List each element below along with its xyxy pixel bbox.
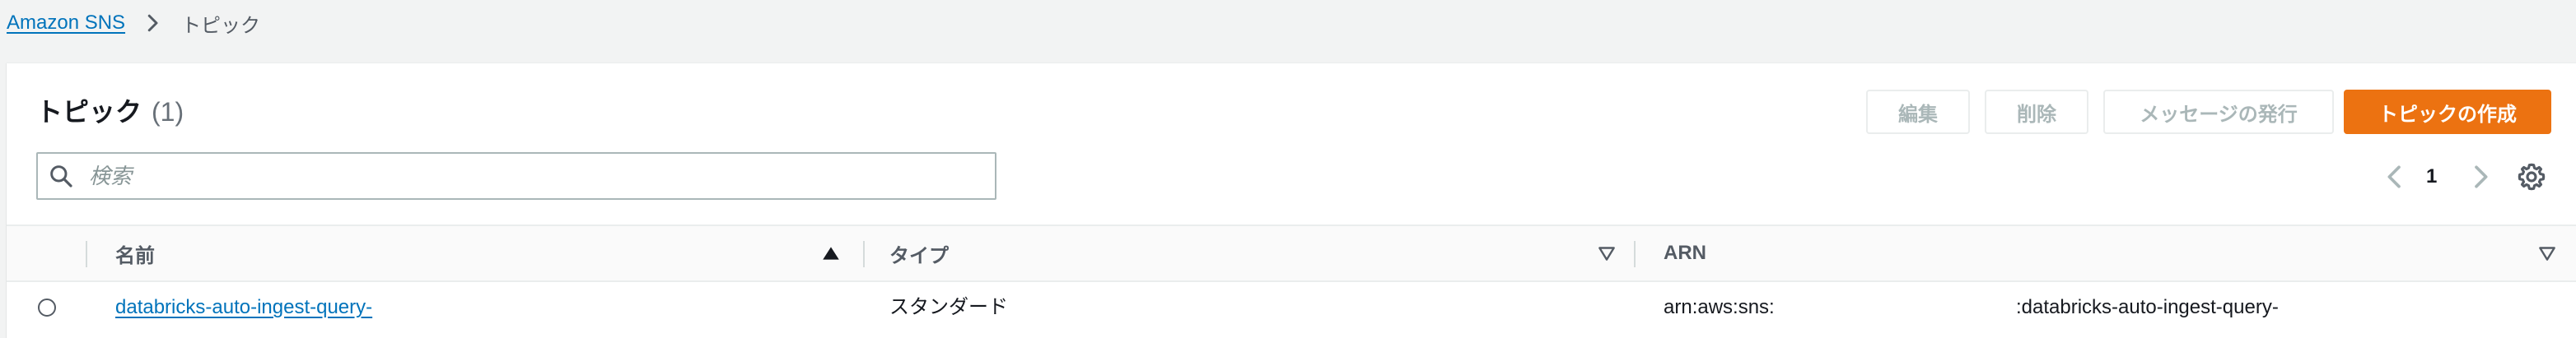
chevron-right-icon: [2475, 165, 2488, 188]
topic-arn-prefix: arn:aws:sns:: [1664, 296, 1775, 318]
publish-message-button[interactable]: メッセージの発行: [2103, 90, 2334, 134]
search-input[interactable]: [87, 162, 964, 190]
topic-count: (1): [152, 97, 184, 127]
next-page-button[interactable]: [2464, 159, 2497, 195]
chevron-left-icon: [2387, 165, 2401, 188]
table-row: databricks-auto-ingest-query- スタンダード arn…: [7, 282, 2576, 338]
page-title: トピック: [36, 97, 142, 127]
topics-panel: トピック (1) 編集 削除 メッセージの発行 トピックの作成 1 名前: [7, 63, 2576, 338]
sort-ascending-icon[interactable]: [820, 243, 842, 264]
column-header-arn[interactable]: ARN: [1664, 226, 1706, 280]
search-icon: [50, 165, 72, 188]
chevron-right-icon: [147, 14, 158, 32]
row-select-radio[interactable]: [38, 299, 56, 317]
column-divider[interactable]: [863, 241, 865, 267]
column-divider: [86, 241, 87, 267]
sort-icon[interactable]: [2536, 243, 2558, 264]
page-number[interactable]: 1: [2426, 159, 2437, 195]
column-header-type[interactable]: タイプ: [889, 226, 949, 280]
breadcrumb-current: トピック: [181, 14, 261, 37]
create-topic-button[interactable]: トピックの作成: [2344, 90, 2551, 134]
panel-header: トピック (1): [36, 91, 184, 129]
topic-name-link[interactable]: databricks-auto-ingest-query-: [115, 294, 372, 322]
table-settings-button[interactable]: [2515, 159, 2548, 195]
table-header: 名前 タイプ ARN: [7, 225, 2576, 282]
sort-icon[interactable]: [1596, 243, 1617, 264]
breadcrumb-amazon-sns-link[interactable]: Amazon SNS: [7, 12, 125, 35]
breadcrumb: Amazon SNS トピック: [7, 7, 260, 39]
topic-type: スタンダード: [889, 296, 1008, 318]
column-header-name[interactable]: 名前: [115, 226, 155, 280]
column-divider[interactable]: [1634, 241, 1636, 267]
edit-button[interactable]: 編集: [1866, 90, 1970, 134]
search-box[interactable]: [36, 152, 996, 200]
previous-page-button[interactable]: [2378, 159, 2411, 195]
gear-icon: [2518, 163, 2546, 191]
delete-button[interactable]: 削除: [1985, 90, 2088, 134]
topic-arn-suffix: :databricks-auto-ingest-query-: [2016, 296, 2279, 318]
